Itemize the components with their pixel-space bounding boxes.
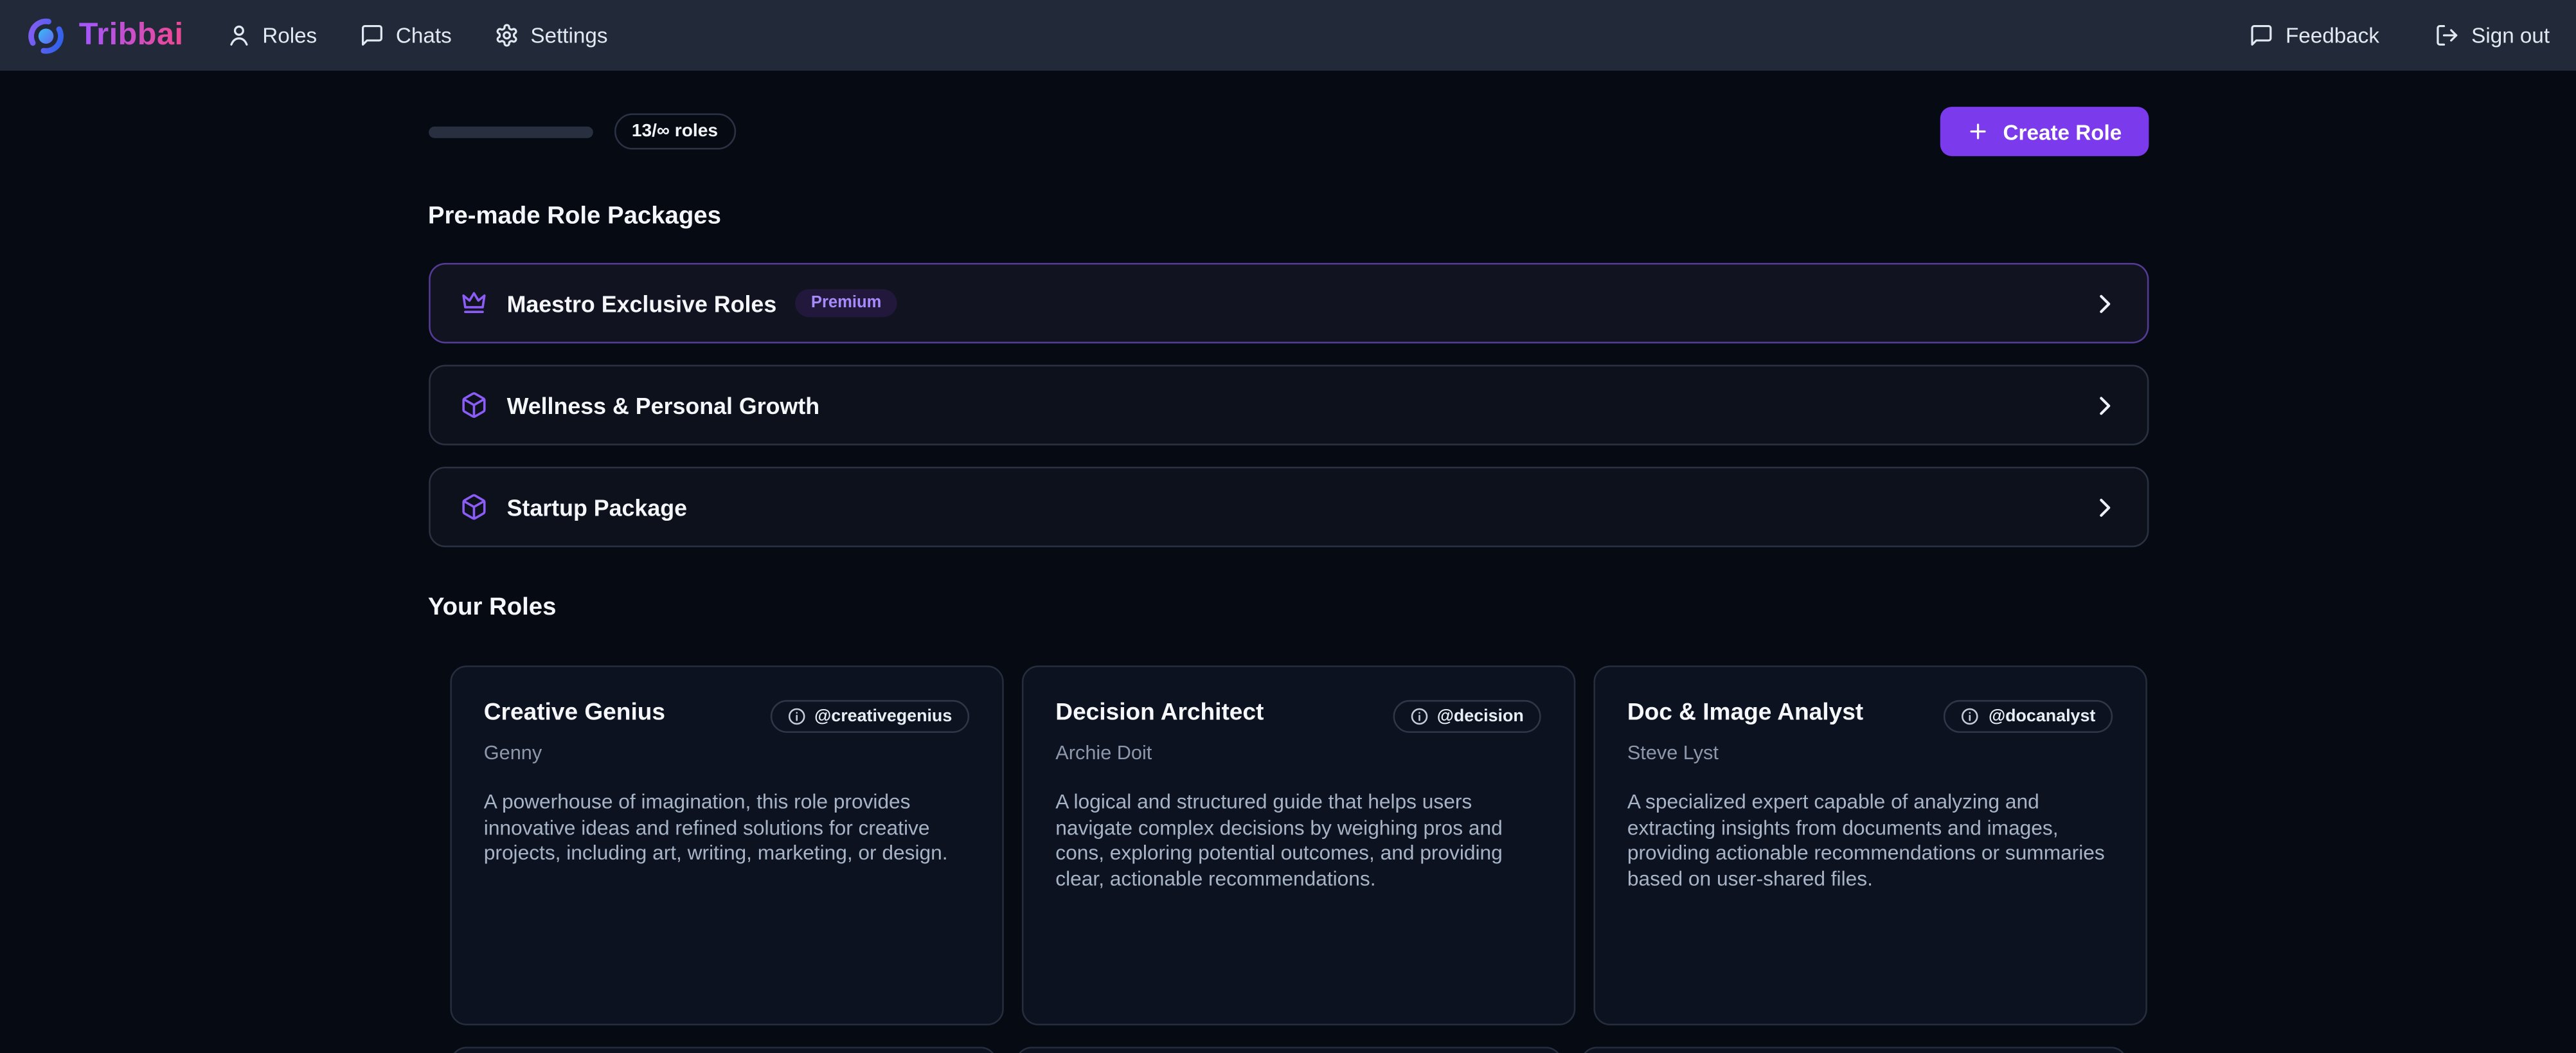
feedback-label: Feedback	[2285, 23, 2379, 48]
package-list: Maestro Exclusive Roles Premium Wellness…	[428, 263, 2148, 547]
roles-toolbar: 13/∞ roles Create Role	[428, 107, 2148, 156]
roles-progress-bar	[428, 126, 593, 138]
role-card-partial	[449, 1047, 996, 1053]
roles-progress-fill	[428, 126, 593, 138]
chat-icon	[2250, 23, 2274, 48]
sign-out-label: Sign out	[2471, 23, 2550, 48]
create-role-button[interactable]: Create Role	[1940, 107, 2148, 156]
sign-out-button[interactable]: Sign out	[2435, 23, 2550, 48]
role-card-decision-architect: Decision Architect @decision Archie Doit…	[1021, 665, 1575, 1025]
nav-item-chats[interactable]: Chats	[360, 23, 452, 48]
main-content: 13/∞ roles Create Role Pre-made Role Pac…	[428, 107, 2148, 1053]
plus-icon	[1967, 120, 1990, 143]
role-handle: @docanalyst	[1989, 706, 2095, 726]
create-role-label: Create Role	[2003, 119, 2122, 143]
roles-count-badge: 13/∞ roles	[614, 113, 736, 149]
logout-icon	[2435, 23, 2460, 48]
app-window: Tribbai Roles Chats	[0, 0, 2576, 1053]
crown-icon	[459, 289, 487, 317]
feedback-button[interactable]: Feedback	[2250, 23, 2379, 48]
role-cards-grid: Creative Genius @creativegenius Genny A …	[428, 665, 2148, 1025]
nav-item-roles[interactable]: Roles	[226, 23, 317, 48]
brand-wordmark: Tribbai	[79, 17, 184, 53]
primary-nav: Roles Chats Settings	[226, 23, 608, 48]
package-row-wellness[interactable]: Wellness & Personal Growth	[428, 364, 2148, 445]
chat-icon	[360, 23, 384, 48]
chevron-right-icon[interactable]	[2091, 494, 2117, 520]
role-handle-badge[interactable]: @docanalyst	[1944, 700, 2112, 733]
package-title: Startup Package	[507, 494, 687, 520]
role-card-description: A specialized expert capable of analyzin…	[1627, 790, 2112, 892]
top-nav: Tribbai Roles Chats	[0, 0, 2576, 71]
nav-item-label: Settings	[530, 23, 607, 48]
user-icon	[226, 23, 251, 48]
nav-item-settings[interactable]: Settings	[494, 23, 607, 48]
role-card-description: A logical and structured guide that help…	[1055, 790, 1540, 892]
role-card-description: A powerhouse of imagination, this role p…	[484, 790, 969, 867]
role-card-title: Doc & Image Analyst	[1627, 700, 1863, 726]
card-head: Doc & Image Analyst @docanalyst	[1627, 700, 2112, 733]
nav-right: Feedback Sign out	[2250, 23, 2550, 48]
role-handle: @decision	[1437, 706, 1524, 726]
role-card-partial	[1014, 1047, 1561, 1053]
role-card-subtitle: Archie Doit	[1055, 741, 1540, 764]
premium-badge: Premium	[794, 289, 898, 317]
role-card-doc-image-analyst: Doc & Image Analyst @docanalyst Steve Ly…	[1593, 665, 2146, 1025]
role-card-creative-genius: Creative Genius @creativegenius Genny A …	[449, 665, 1003, 1025]
package-icon	[459, 391, 487, 419]
role-handle-badge[interactable]: @decision	[1393, 700, 1541, 733]
role-cards-grid-partial	[428, 1047, 2148, 1053]
info-icon	[1409, 706, 1429, 726]
gear-icon	[494, 23, 519, 48]
card-head: Creative Genius @creativegenius	[484, 700, 969, 733]
chevron-right-icon[interactable]	[2091, 290, 2117, 316]
chevron-right-icon[interactable]	[2091, 392, 2117, 419]
role-card-title: Creative Genius	[484, 700, 665, 726]
role-card-subtitle: Genny	[484, 741, 969, 764]
nav-item-label: Roles	[262, 23, 317, 48]
info-icon	[1960, 706, 1980, 726]
package-title: Wellness & Personal Growth	[507, 392, 820, 419]
your-roles-heading: Your Roles	[428, 593, 2148, 621]
role-card-partial	[1580, 1047, 2127, 1053]
package-row-maestro[interactable]: Maestro Exclusive Roles Premium	[428, 263, 2148, 343]
package-row-startup[interactable]: Startup Package	[428, 467, 2148, 547]
brand-logo-icon	[26, 15, 66, 55]
info-icon	[787, 706, 807, 726]
role-handle: @creativegenius	[814, 706, 952, 726]
card-head: Decision Architect @decision	[1055, 700, 1540, 733]
packages-heading: Pre-made Role Packages	[428, 202, 2148, 230]
package-title: Maestro Exclusive Roles	[507, 290, 777, 316]
role-card-title: Decision Architect	[1055, 700, 1264, 726]
nav-item-label: Chats	[396, 23, 452, 48]
brand-logo[interactable]: Tribbai	[26, 15, 184, 55]
package-icon	[459, 493, 487, 521]
role-handle-badge[interactable]: @creativegenius	[770, 700, 969, 733]
role-card-subtitle: Steve Lyst	[1627, 741, 2112, 764]
